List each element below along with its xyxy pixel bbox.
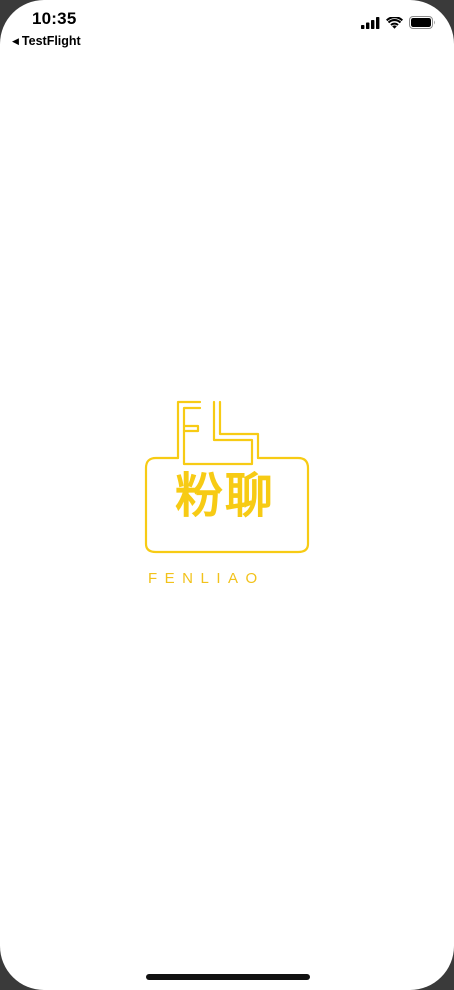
status-icons <box>361 16 436 29</box>
home-indicator[interactable] <box>146 974 310 980</box>
status-bar: 10:35 ◀ TestFlight <box>0 0 454 54</box>
brand-name-chinese: 粉聊 <box>174 468 275 524</box>
cellular-signal-icon <box>361 16 380 29</box>
brand-name-english: FENLIAO <box>148 570 265 587</box>
back-to-app-button[interactable]: ◀ TestFlight <box>12 34 81 48</box>
wifi-icon <box>386 16 403 29</box>
battery-icon <box>409 16 435 29</box>
back-app-label: TestFlight <box>21 34 81 48</box>
app-logo: 粉聊 FENLIAO <box>142 400 318 600</box>
back-triangle-icon: ◀ <box>12 35 19 46</box>
status-time: 10:35 <box>32 9 77 28</box>
splash-screen: 10:35 ◀ TestFlight 粉聊 FENLIAO <box>0 0 454 990</box>
